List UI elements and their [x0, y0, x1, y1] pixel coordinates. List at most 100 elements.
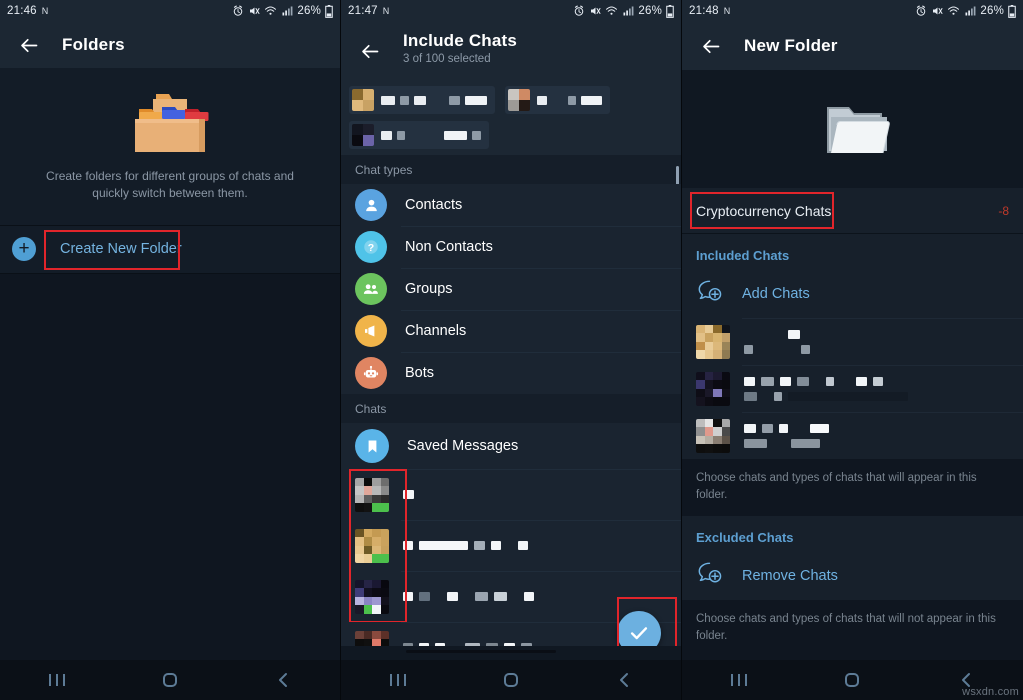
status-time: 21:47 [348, 5, 378, 17]
chat-row-redacted[interactable] [682, 318, 1023, 365]
redacted-name [381, 95, 426, 105]
recents-icon[interactable] [37, 665, 77, 695]
create-new-folder-label: Create New Folder [60, 241, 182, 258]
chat-row-redacted[interactable] [341, 469, 681, 520]
redacted-name [537, 95, 547, 105]
person-icon [355, 189, 387, 221]
redacted-avatar [355, 579, 389, 614]
character-counter: -8 [998, 203, 1009, 218]
wifi-icon [265, 6, 277, 15]
redacted-avatar [696, 418, 730, 453]
folder-name-input[interactable]: Cryptocurrency Chats -8 [682, 188, 1023, 234]
create-new-folder-button[interactable]: + Create New Folder [0, 225, 340, 274]
question-icon: ? [355, 231, 387, 263]
redacted-avatar [355, 528, 389, 563]
plus-circle-icon: + [12, 237, 36, 262]
chat-type-contacts[interactable]: Contacts [341, 184, 681, 226]
mute-icon [933, 7, 943, 15]
recents-icon[interactable] [378, 665, 418, 695]
excluded-chats-header: Excluded Chats [682, 516, 1023, 556]
selected-chips-area [341, 78, 681, 155]
selected-chat-chip[interactable] [349, 86, 495, 114]
signal-icon [282, 6, 293, 16]
add-chat-icon [696, 279, 722, 308]
people-icon [355, 273, 387, 305]
home-icon[interactable] [491, 665, 531, 695]
chat-row-redacted[interactable] [341, 520, 681, 571]
redacted-avatar [508, 89, 530, 111]
chat-row-redacted[interactable] [682, 365, 1023, 412]
redacted-text [744, 423, 829, 448]
chat-label: Saved Messages [407, 438, 519, 454]
add-chats-button[interactable]: Add Chats [682, 273, 1023, 318]
chat-type-bots[interactable]: Bots [341, 352, 681, 394]
included-chats-list [682, 318, 1023, 459]
battery-percent: 26% [980, 5, 1004, 17]
redacted-name-2 [568, 95, 602, 105]
back-arrow-icon[interactable] [696, 31, 726, 61]
folder-name-value: Cryptocurrency Chats [696, 202, 832, 219]
redacted-name-2 [449, 95, 487, 105]
folders-stack-icon [129, 90, 211, 156]
selected-chat-chip[interactable] [505, 86, 610, 114]
included-chats-header: Included Chats [682, 234, 1023, 273]
redacted-text [744, 376, 908, 401]
nfc-icon: N [723, 6, 731, 16]
chat-type-groups[interactable]: Groups [341, 268, 681, 310]
mute-icon [250, 7, 260, 15]
app-bar: Folders [0, 22, 340, 68]
chat-saved-messages[interactable]: Saved Messages [341, 423, 681, 469]
redacted-text [744, 329, 810, 354]
back-icon[interactable] [263, 665, 303, 695]
chat-type-label: Channels [405, 323, 467, 339]
folder-hero [682, 70, 1023, 188]
excluded-chats-hint: Choose chats and types of chats that wil… [682, 600, 1023, 658]
add-chats-label: Add Chats [742, 285, 810, 302]
status-bar: 21:46 N 26% [0, 0, 340, 22]
horizontal-scrollbar[interactable] [406, 650, 556, 653]
panel-new-folder: 21:48 N 26% New Folder Cryptocurrency Ch… [682, 0, 1023, 700]
back-arrow-icon[interactable] [355, 36, 385, 66]
chat-type-channels[interactable]: Channels [341, 310, 681, 352]
android-nav-bar [0, 660, 340, 700]
megaphone-icon [355, 315, 387, 347]
home-icon[interactable] [832, 665, 872, 695]
wifi-icon [948, 6, 960, 15]
chat-types-header: Chat types [341, 155, 681, 184]
status-bar: 21:48 N 26% [682, 0, 1023, 22]
open-folder-icon [809, 91, 897, 168]
app-bar: New Folder [682, 22, 1023, 70]
redacted-avatar [352, 124, 374, 146]
back-icon[interactable] [604, 665, 644, 695]
alarm-icon [234, 5, 243, 16]
redacted-text [403, 592, 534, 601]
battery-icon [1008, 4, 1016, 18]
chat-row-redacted[interactable] [682, 412, 1023, 459]
nfc-icon: N [41, 6, 49, 16]
empty-state-caption: Create folders for different groups of c… [46, 169, 294, 201]
app-bar: Include Chats 3 of 100 selected [341, 22, 681, 78]
chat-type-non-contacts[interactable]: ? Non Contacts [341, 226, 681, 268]
selected-chat-chip[interactable] [349, 121, 489, 149]
status-time: 21:46 [7, 5, 37, 17]
scroll-indicator-area [341, 646, 681, 660]
redacted-name [381, 130, 405, 140]
three-phone-screenshots: 21:46 N 26% Folders Create folders for d… [0, 0, 1023, 700]
back-arrow-icon[interactable] [14, 30, 44, 60]
chat-types-list: Contacts ? Non Contacts Groups Channels … [341, 166, 681, 394]
alarm-icon [917, 5, 926, 16]
selection-count: 3 of 100 selected [403, 53, 491, 65]
panel-include-chats: 21:47 N 26% Include Chats 3 of 100 selec… [341, 0, 682, 700]
remove-chats-button[interactable]: Remove Chats [682, 555, 1023, 601]
nfc-icon: N [382, 6, 390, 16]
robot-icon [355, 357, 387, 389]
home-icon[interactable] [150, 665, 190, 695]
check-icon [630, 627, 648, 640]
mute-icon [591, 7, 601, 15]
remove-chat-icon [696, 561, 722, 590]
redacted-avatar [696, 371, 730, 406]
page-title: Include Chats [403, 31, 518, 50]
recents-icon[interactable] [719, 665, 759, 695]
empty-state: Create folders for different groups of c… [0, 68, 340, 226]
folders-body: Create folders for different groups of c… [0, 68, 340, 660]
